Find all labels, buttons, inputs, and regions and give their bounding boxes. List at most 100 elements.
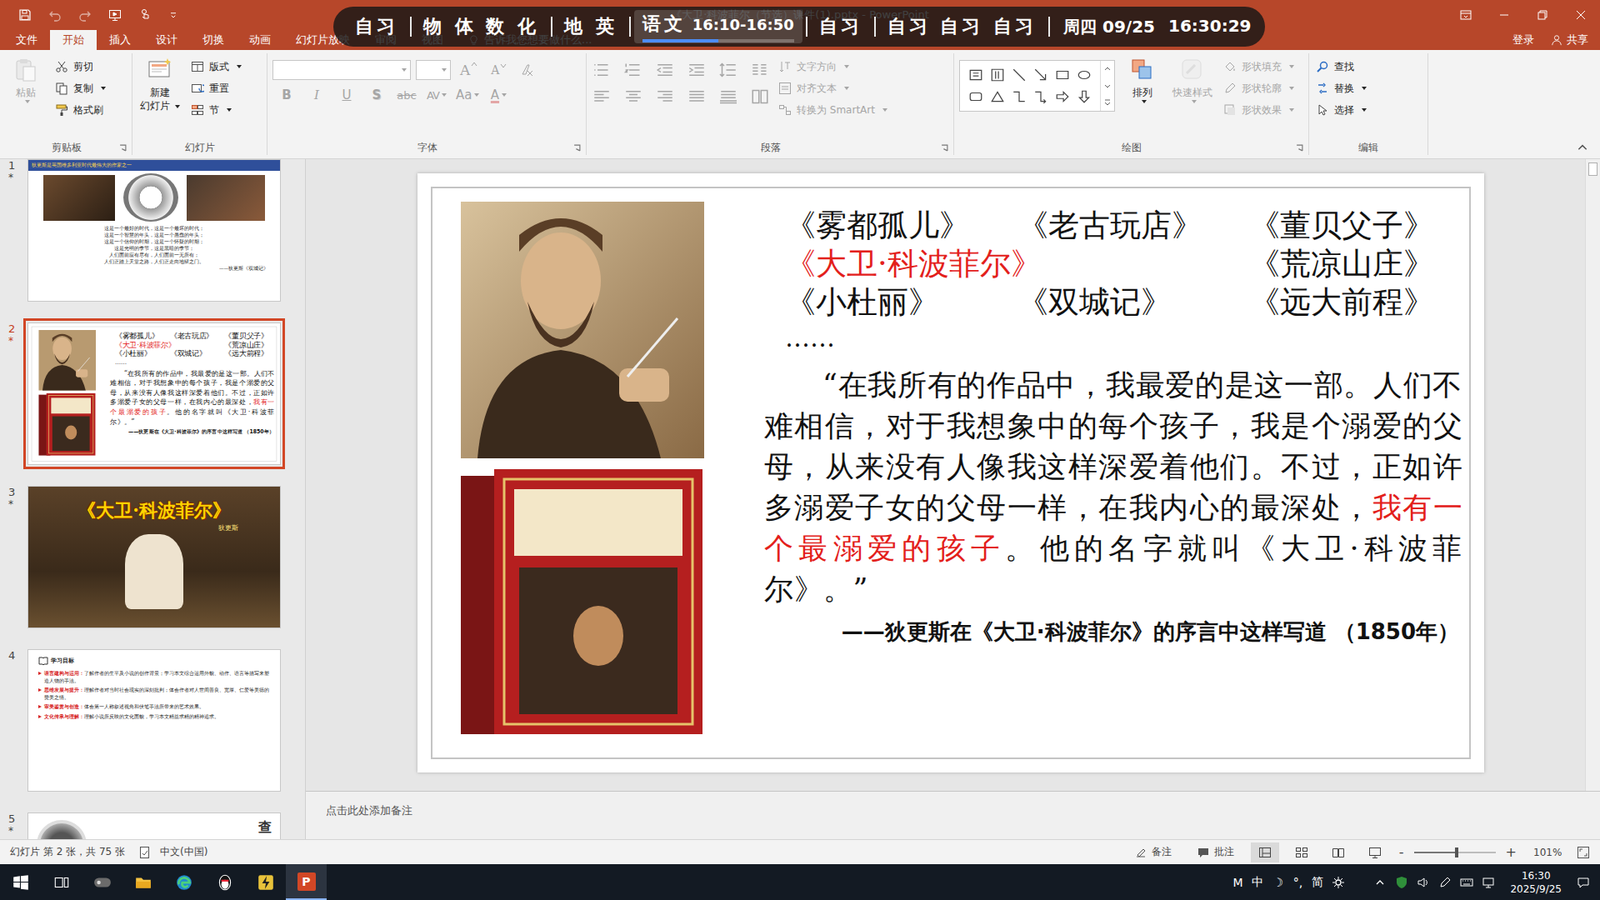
font-name-field[interactable] bbox=[272, 60, 411, 80]
show-hidden-icons-icon[interactable] bbox=[1373, 875, 1387, 890]
minimize-icon[interactable] bbox=[1485, 8, 1524, 22]
clipboard-button[interactable]: 剪切 bbox=[53, 56, 108, 77]
slide-thumbnail[interactable]: 查 bbox=[27, 812, 281, 840]
dropdown-arrow-icon[interactable] bbox=[401, 68, 407, 72]
work-title[interactable]: 《远大前程》 bbox=[1249, 283, 1463, 322]
start-slideshow-icon[interactable] bbox=[108, 8, 122, 22]
dropdown-arrow-icon[interactable] bbox=[1289, 86, 1295, 90]
restore-icon[interactable] bbox=[1523, 8, 1562, 22]
editing-button[interactable]: 替换 bbox=[1314, 78, 1369, 99]
zoom-slider[interactable] bbox=[1414, 851, 1496, 854]
font-style-button[interactable]: AV bbox=[422, 86, 451, 105]
shape-format-button[interactable]: 形状填充 bbox=[1221, 56, 1296, 77]
schedule-period[interactable]: 语文16:10-16:50 bbox=[634, 10, 803, 44]
view-button[interactable] bbox=[1324, 842, 1353, 863]
dropdown-arrow-icon[interactable] bbox=[1191, 100, 1197, 104]
taskbar-app[interactable] bbox=[40, 864, 82, 900]
taskbar-clock[interactable]: 16:302025/9/25 bbox=[1503, 869, 1569, 896]
redo-icon[interactable] bbox=[78, 8, 92, 22]
alignment-icon[interactable] bbox=[655, 88, 675, 105]
shape-icon[interactable] bbox=[1011, 89, 1027, 105]
ribbon-tab[interactable]: 插入 bbox=[96, 30, 144, 50]
font-size-field[interactable] bbox=[415, 60, 451, 80]
work-title[interactable]: 《大卫·科波菲尔》 bbox=[785, 245, 1250, 284]
zoom-slider-thumb[interactable] bbox=[1455, 847, 1459, 858]
dropdown-arrow-icon[interactable] bbox=[1361, 108, 1367, 112]
dropdown-arrow-icon[interactable] bbox=[25, 100, 30, 104]
clear-formatting-icon[interactable] bbox=[519, 62, 535, 78]
dropdown-arrow-icon[interactable] bbox=[441, 68, 447, 72]
dialog-launcher-icon[interactable] bbox=[1295, 144, 1304, 152]
work-title[interactable]: 《双城记》 bbox=[1017, 283, 1250, 322]
alignment-icon[interactable] bbox=[623, 88, 644, 105]
dropdown-arrow-icon[interactable] bbox=[441, 93, 447, 97]
shape-icon[interactable] bbox=[1033, 67, 1049, 83]
view-button[interactable] bbox=[1250, 842, 1280, 863]
paste-button[interactable]: 粘贴 bbox=[5, 55, 47, 105]
security-shield-icon[interactable] bbox=[1395, 875, 1409, 890]
font-style-button[interactable]: U bbox=[332, 85, 361, 105]
slide-thumbnail[interactable]: 《雾都孤儿》《老古玩店》《董贝父子》《大卫·科波菲尔》《荒凉山庄》《小杜丽》《双… bbox=[27, 322, 281, 465]
slide-thumbnail-item[interactable]: 3*《大卫·科波菲尔》狄更斯 bbox=[0, 485, 305, 629]
slide-thumbnail-item[interactable]: 4学习目标语言建构与运用：了解作者的生平及小说的创作背景；学习本文综合运用外貌、… bbox=[0, 649, 305, 792]
paragraph-format-icon[interactable] bbox=[623, 61, 644, 79]
work-title[interactable]: 《荒凉山庄》 bbox=[1249, 245, 1463, 284]
ribbon-display-options-icon[interactable] bbox=[1446, 8, 1485, 22]
ribbon-tab[interactable]: 设计 bbox=[143, 30, 190, 50]
collapse-ribbon-icon[interactable] bbox=[1576, 143, 1589, 152]
slides-button[interactable]: 版式 bbox=[189, 56, 244, 77]
touch-mode-icon[interactable] bbox=[138, 8, 152, 22]
arrange-button[interactable]: 排列 bbox=[1121, 55, 1164, 105]
notes-pane[interactable]: 点击此处添加备注 bbox=[305, 790, 1600, 840]
shape-icon[interactable] bbox=[1055, 67, 1070, 83]
paragraph-format-icon[interactable] bbox=[718, 61, 739, 79]
scrollbar-thumb[interactable] bbox=[1588, 162, 1598, 176]
paragraph-format-icon[interactable] bbox=[591, 61, 612, 79]
schedule-period[interactable]: 地 英 bbox=[555, 10, 626, 44]
font-style-button[interactable]: abc bbox=[392, 86, 421, 105]
slide-thumbnail[interactable]: 学习目标语言建构与运用：了解作者的生平及小说的创作背景；学习本文综合运用外貌、动… bbox=[27, 649, 281, 792]
taskbar-app[interactable]: P bbox=[285, 864, 327, 900]
dropdown-arrow-icon[interactable] bbox=[501, 93, 507, 97]
ime-indicator[interactable]: ☽ bbox=[1271, 875, 1284, 890]
paragraph-button[interactable]: 对齐文本 bbox=[776, 78, 890, 99]
dropdown-arrow-icon[interactable] bbox=[1289, 65, 1295, 69]
dialog-launcher-icon[interactable] bbox=[119, 144, 127, 152]
book-cover[interactable] bbox=[460, 469, 703, 735]
taskbar-app[interactable] bbox=[163, 864, 205, 900]
dropdown-arrow-icon[interactable] bbox=[1361, 86, 1367, 90]
speaker-icon[interactable] bbox=[1416, 875, 1430, 890]
dialog-launcher-icon[interactable] bbox=[940, 144, 949, 152]
work-title[interactable]: 《雾都孤儿》 bbox=[785, 206, 1018, 245]
language-indicator[interactable]: 中文(中国) bbox=[160, 845, 213, 860]
ribbon-tab[interactable]: 切换 bbox=[190, 30, 237, 50]
dropdown-arrow-icon[interactable] bbox=[1141, 100, 1147, 104]
slide-thumbnail[interactable]: 《大卫·科波菲尔》狄更斯 bbox=[27, 485, 281, 629]
quick-styles-button[interactable]: 快速样式 bbox=[1170, 55, 1215, 105]
slides-button[interactable]: 节 bbox=[189, 100, 244, 120]
font-style-button[interactable]: Aa bbox=[452, 85, 483, 105]
ribbon-tab[interactable]: 文件 bbox=[3, 30, 50, 50]
shape-icon[interactable] bbox=[1076, 67, 1092, 83]
work-title[interactable]: 《小杜丽》 bbox=[785, 283, 1018, 322]
paragraph-button[interactable]: 转换为 SmartArt bbox=[776, 100, 890, 120]
clipboard-button[interactable]: 复制 bbox=[53, 78, 108, 99]
taskbar-app[interactable] bbox=[122, 864, 164, 900]
gear-icon[interactable] bbox=[1331, 875, 1345, 890]
taskbar-app[interactable] bbox=[245, 864, 286, 900]
notification-icon[interactable] bbox=[1576, 875, 1590, 890]
taskbar-app[interactable] bbox=[81, 864, 123, 900]
more-shapes-icon[interactable] bbox=[1100, 94, 1115, 111]
save-icon[interactable] bbox=[18, 8, 32, 22]
fit-to-window-icon[interactable] bbox=[1576, 845, 1590, 860]
taskbar-app[interactable] bbox=[204, 864, 245, 900]
slides-button[interactable]: 重置 bbox=[189, 78, 244, 99]
shape-format-button[interactable]: 形状轮廓 bbox=[1221, 78, 1296, 99]
dropdown-arrow-icon[interactable] bbox=[882, 108, 888, 112]
dropdown-arrow-icon[interactable] bbox=[236, 65, 242, 69]
shape-icon[interactable] bbox=[1011, 67, 1027, 83]
quote[interactable]: “在我所有的作品中，我最爱的是这一部。人们不难相信，对于我想象中的每个孩子，我是… bbox=[749, 365, 1463, 610]
share-button[interactable]: 共享 bbox=[1545, 30, 1600, 50]
slide-thumbnail-item[interactable]: 2*《雾都孤儿》《老古玩店》《董贝父子》《大卫·科波菲尔》《荒凉山庄》《小杜丽》… bbox=[0, 322, 305, 465]
font-style-button[interactable]: A bbox=[484, 85, 513, 105]
